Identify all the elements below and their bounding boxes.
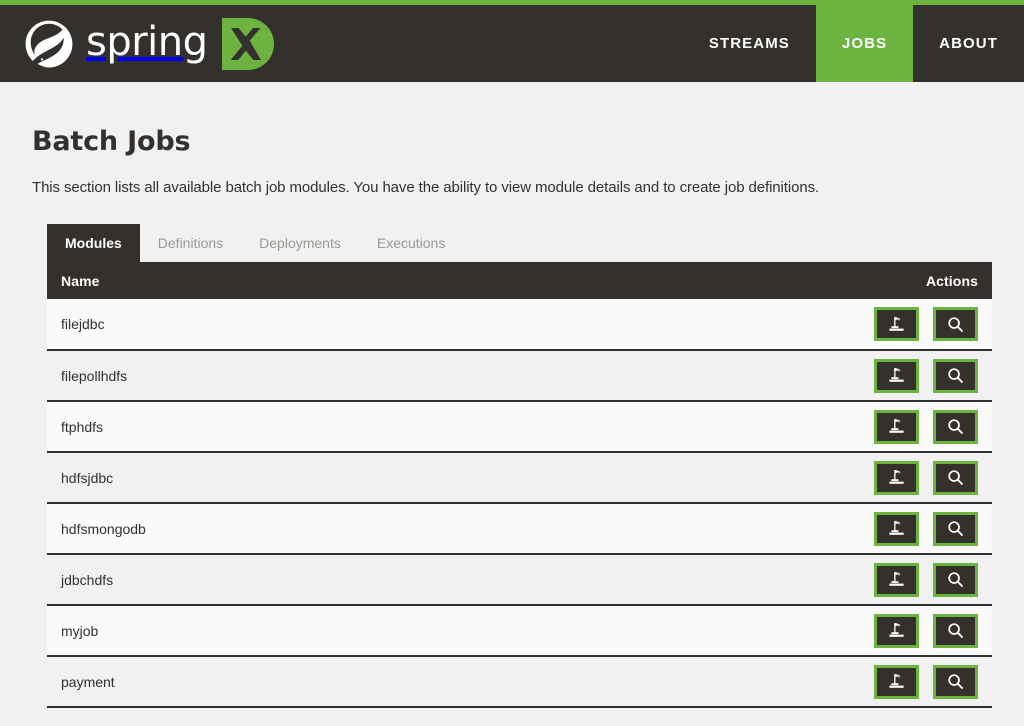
search-icon [947,673,964,690]
spring-xd-badge-icon [221,17,274,70]
view-details-button[interactable] [933,460,978,495]
view-details-button[interactable] [933,511,978,546]
module-name-cell: filejdbc [61,316,105,332]
view-details-button[interactable] [933,307,978,341]
module-actions-cell [792,299,992,350]
table-header-row: Name Actions [47,262,992,299]
nav-item-jobs[interactable]: JOBS [815,5,914,82]
main-navigation: STREAMS JOBS ABOUT [683,5,1024,82]
module-actions-cell [792,554,992,605]
tab-executions[interactable]: Executions [359,224,463,262]
page-title: Batch Jobs [32,126,191,157]
row-action-group [874,307,978,341]
row-action-group [874,613,978,648]
row-action-group [874,409,978,444]
row-action-group [874,358,978,393]
module-name-cell: payment [61,673,115,690]
deploy-flag-icon [888,469,905,486]
row-action-group [874,460,978,495]
create-definition-button[interactable] [874,358,919,393]
module-name-cell: hdfsjdbc [61,469,114,486]
search-icon [947,418,964,435]
page-content: Batch Jobs This section lists all availa… [0,126,1024,708]
create-definition-button[interactable] [874,664,919,699]
create-definition-button[interactable] [874,613,919,648]
create-definition-button[interactable] [874,409,919,444]
tab-modules[interactable]: Modules [47,224,140,262]
module-name-cell: filepollhdfs [61,367,128,384]
deploy-flag-icon [888,571,905,588]
modules-table-body: filejdbc filepollhdfs ftphdfs hdfsjdbc h… [47,299,992,707]
module-name-cell: ftphdfs [61,418,104,435]
search-icon [947,622,964,639]
deploy-flag-icon [888,367,905,384]
panel-tab-strip: Modules Definitions Deployments Executio… [47,224,992,262]
search-icon [947,316,964,333]
column-header-name[interactable]: Name [47,262,792,299]
view-details-button[interactable] [933,664,978,699]
brand-wordmark: spring [86,18,208,65]
create-definition-button[interactable] [874,511,919,546]
module-actions-cell [792,503,992,554]
table-row[interactable]: myjob [47,605,992,656]
table-row[interactable]: hdfsmongodb [47,503,992,554]
search-icon [947,367,964,384]
row-action-group [874,562,978,597]
create-definition-button[interactable] [874,307,919,341]
deploy-flag-icon [888,316,905,333]
page-description: This section lists all available batch j… [32,179,820,196]
module-actions-cell [792,656,992,707]
modules-table-header: Name Actions [47,262,992,299]
module-actions-cell [792,401,992,452]
search-icon [947,520,964,537]
table-row[interactable]: filejdbc [47,299,992,350]
brand-logo-link[interactable]: spring [0,5,274,82]
create-definition-button[interactable] [874,460,919,495]
module-name-cell: jdbchdfs [61,571,114,588]
table-row[interactable]: hdfsjdbc [47,452,992,503]
module-name-cell: hdfsmongodb [61,520,146,537]
deploy-flag-icon [888,673,905,690]
module-actions-cell [792,452,992,503]
deploy-flag-icon [888,520,905,537]
view-details-button[interactable] [933,358,978,393]
modules-panel: Modules Definitions Deployments Executio… [47,224,992,708]
module-actions-cell [792,350,992,401]
row-action-group [874,664,978,699]
table-row[interactable]: filepollhdfs [47,350,992,401]
search-icon [947,469,964,486]
module-actions-cell [792,605,992,656]
tab-deployments[interactable]: Deployments [241,224,359,262]
column-header-actions: Actions [792,262,992,299]
module-name-cell: myjob [61,622,99,639]
modules-table: Name Actions filejdbc filepollhdfs ftphd… [47,262,992,708]
row-action-group [874,511,978,546]
view-details-button[interactable] [933,613,978,648]
site-header: spring STREAMS JOBS ABOUT [0,5,1024,82]
deploy-flag-icon [888,418,905,435]
table-row[interactable]: jdbchdfs [47,554,992,605]
view-details-button[interactable] [933,409,978,444]
create-definition-button[interactable] [874,562,919,597]
nav-item-about[interactable]: ABOUT [913,5,1024,82]
nav-item-streams[interactable]: STREAMS [683,5,816,82]
deploy-flag-icon [888,622,905,639]
search-icon [947,571,964,588]
spring-leaf-icon [24,19,74,69]
view-details-button[interactable] [933,562,978,597]
table-row[interactable]: payment [47,656,992,707]
table-row[interactable]: ftphdfs [47,401,992,452]
tab-definitions[interactable]: Definitions [140,224,241,262]
